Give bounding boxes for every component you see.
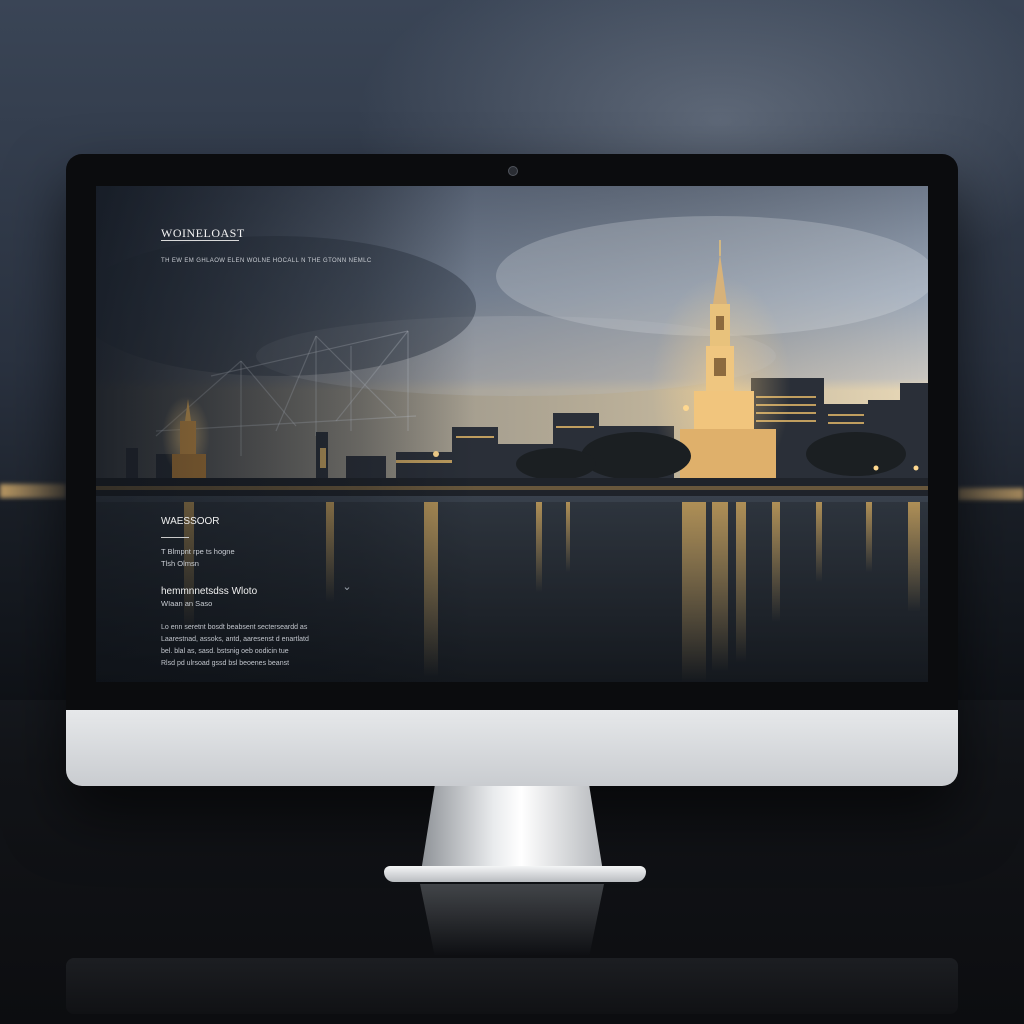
section-heading: WAESSOOR	[161, 516, 220, 527]
logo-underline	[161, 240, 239, 241]
monitor-stand-base	[384, 866, 646, 882]
body-paragraph: Lo enn seretnt bosdt beabsent sectersear…	[161, 622, 361, 670]
background-city-lights-right	[958, 488, 1024, 500]
site-logo[interactable]: WOINELOAST	[161, 226, 245, 241]
chevron-down-icon[interactable]: ⌄	[342, 582, 352, 593]
monitor-chin	[66, 710, 958, 786]
section-text-line: Tlsh Olmsn	[161, 559, 199, 568]
paragraph-line: Laarestnad, assoks, antd, aaresenst d en…	[161, 636, 309, 643]
site-tagline: TH EW EM GHLAOW ELEN WOLNE HOCALL N THE …	[161, 258, 372, 264]
desk-surface	[66, 958, 958, 1014]
paragraph-line: bel. blal as, sasd. bstsnig oeb oodicin …	[161, 648, 289, 655]
section-text: T Blmpnt rpe ts hogne Tlsh Olmsn	[161, 546, 235, 570]
desk-scene: WOINELOAST TH EW EM GHLAOW ELEN WOLNE HO…	[0, 0, 1024, 1024]
feature-heading[interactable]: hemmnnetsdss Wloto	[161, 586, 257, 597]
paragraph-line: Lo enn seretnt bosdt beabsent sectersear…	[161, 624, 308, 631]
stand-reflection	[420, 884, 604, 956]
section-text-line: T Blmpnt rpe ts hogne	[161, 547, 235, 556]
monitor-screen: WOINELOAST TH EW EM GHLAOW ELEN WOLNE HO…	[96, 186, 928, 682]
webcam-icon	[508, 166, 518, 176]
monitor-stand-neck	[420, 786, 604, 878]
paragraph-line: Rlsd pd ulrsoad gssd bsl beoenes beanst	[161, 660, 290, 667]
heading-divider	[161, 537, 189, 538]
feature-caption: WIaan an Saso	[161, 599, 213, 608]
background-city-lights-left	[0, 484, 66, 498]
